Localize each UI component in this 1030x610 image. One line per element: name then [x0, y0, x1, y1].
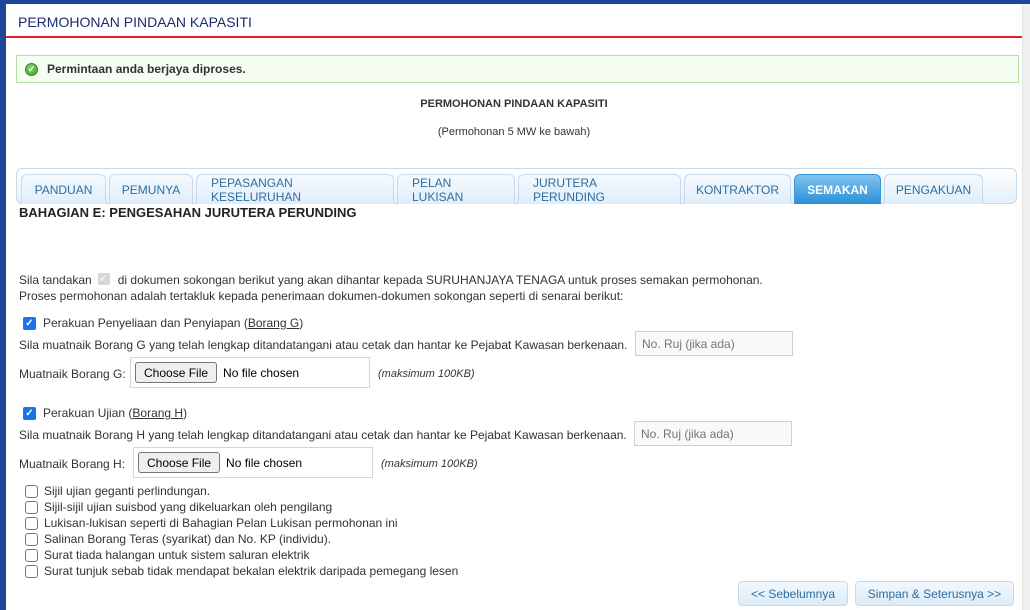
borang-g-choose-file-button[interactable]: Choose File — [135, 362, 218, 383]
intro-text: Sila tandakan di dokumen sokongan berikut… — [19, 271, 763, 304]
page-header: PERMOHONAN PINDAAN KAPASITI — [6, 4, 1022, 38]
document-checkbox[interactable] — [25, 532, 38, 546]
document-checkbox[interactable] — [25, 548, 38, 562]
document-label: Salinan Borang Teras (syarikat) dan No. … — [44, 532, 332, 546]
document-checkbox[interactable] — [25, 516, 38, 530]
section-title: BAHAGIAN E: PENGESAHAN JURUTERA PERUNDIN… — [19, 205, 357, 220]
borang-g-link[interactable]: Borang G — [248, 316, 299, 330]
page-container: PERMOHONAN PINDAAN KAPASITI ✓ Permintaan… — [6, 4, 1022, 610]
tab-kontraktor[interactable]: KONTRAKTOR — [684, 174, 791, 204]
vertical-scrollbar[interactable] — [1022, 4, 1030, 610]
document-label: Surat tunjuk sebab tidak mendapat bekala… — [44, 564, 459, 578]
alert-message: Permintaan anda berjaya diproses. — [47, 62, 246, 76]
borang-g-label-after: ) — [299, 316, 304, 330]
document-item: Surat tunjuk sebab tidak mendapat bekala… — [25, 563, 458, 579]
borang-h-file-input[interactable]: Choose File No file chosen — [133, 447, 373, 478]
borang-h-checkbox[interactable]: ✓ — [23, 406, 36, 420]
disabled-checkbox-icon — [97, 271, 110, 287]
borang-g-max-note: (maksimum 100KB) — [378, 368, 475, 380]
page-title: PERMOHONAN PINDAAN KAPASITI — [18, 14, 252, 30]
borang-g-upload-label: Muatnaik Borang G: — [19, 367, 126, 381]
borang-g-row: ✓ Perakuan Penyeliaan dan Penyiapan (Bor… — [23, 316, 303, 330]
borang-h-link[interactable]: Borang H — [132, 406, 183, 420]
form-title: PERMOHONAN PINDAAN KAPASITI — [420, 98, 608, 110]
document-item: Sijil-sijil ujian suisbod yang dikeluark… — [25, 499, 458, 515]
tab-bar: PANDUAN PEMUNYA PEPASANGAN KESELURUHAN P… — [16, 168, 1017, 204]
success-check-icon: ✓ — [25, 62, 38, 76]
document-item: Salinan Borang Teras (syarikat) dan No. … — [25, 531, 458, 547]
form-subtitle: (Permohonan 5 MW ke bawah) — [437, 126, 591, 138]
document-checkbox[interactable] — [25, 564, 38, 578]
document-label: Surat tiada halangan untuk sistem salura… — [44, 548, 310, 562]
success-alert: ✓ Permintaan anda berjaya diproses. — [16, 55, 1019, 83]
document-label: Sijil-sijil ujian suisbod yang dikeluark… — [44, 500, 333, 514]
tab-pelan-lukisan[interactable]: PELAN LUKISAN — [397, 174, 515, 204]
tab-semakan[interactable]: SEMAKAN — [794, 174, 881, 204]
borang-h-instruction: Sila muatnaik Borang H yang telah lengka… — [19, 428, 627, 442]
save-next-button[interactable]: Simpan & Seterusnya >> — [855, 581, 1014, 606]
intro-line2: Proses permohonan adalah tertakluk kepad… — [19, 289, 624, 303]
borang-h-label-before: Perakuan Ujian ( — [43, 406, 133, 420]
tab-pengakuan[interactable]: PENGAKUAN — [884, 174, 983, 204]
borang-g-ruj-input[interactable] — [635, 331, 793, 356]
tab-panduan[interactable]: PANDUAN — [21, 174, 106, 204]
document-label: Lukisan-lukisan seperti di Bahagian Pela… — [44, 516, 398, 530]
tab-pemunya[interactable]: PEMUNYA — [109, 174, 193, 204]
borang-g-label-before: Perakuan Penyeliaan dan Penyiapan ( — [43, 316, 248, 330]
borang-h-row: ✓ Perakuan Ujian (Borang H) — [23, 406, 187, 420]
document-item: Lukisan-lukisan seperti di Bahagian Pela… — [25, 515, 458, 531]
previous-button[interactable]: << Sebelumnya — [738, 581, 848, 606]
document-checklist: Sijil ujian geganti perlindungan. Sijil-… — [25, 483, 458, 579]
borang-g-file-input[interactable]: Choose File No file chosen — [130, 357, 370, 388]
borang-h-label-after: ) — [183, 406, 188, 420]
document-checkbox[interactable] — [25, 500, 38, 514]
document-item: Sijil ujian geganti perlindungan. — [25, 483, 458, 499]
tab-pepasangan-keseluruhan[interactable]: PEPASANGAN KESELURUHAN — [196, 174, 394, 204]
tab-jurutera-perunding[interactable]: JURUTERA PERUNDING — [518, 174, 681, 204]
document-label: Sijil ujian geganti perlindungan. — [44, 484, 211, 498]
document-checkbox[interactable] — [25, 484, 38, 498]
borang-g-checkbox[interactable]: ✓ — [23, 316, 36, 330]
borang-h-max-note: (maksimum 100KB) — [381, 458, 478, 470]
borang-g-instruction: Sila muatnaik Borang G yang telah lengka… — [19, 338, 628, 352]
intro-after: di dokumen sokongan berikut yang akan di… — [117, 273, 763, 287]
borang-g-file-status: No file chosen — [223, 365, 300, 380]
borang-h-file-status: No file chosen — [226, 455, 303, 470]
document-item: Surat tiada halangan untuk sistem salura… — [25, 547, 458, 563]
intro-before: Sila tandakan — [19, 273, 92, 287]
borang-h-choose-file-button[interactable]: Choose File — [138, 452, 221, 473]
borang-h-ruj-input[interactable] — [634, 421, 792, 446]
borang-h-upload-label: Muatnaik Borang H: — [19, 457, 126, 471]
